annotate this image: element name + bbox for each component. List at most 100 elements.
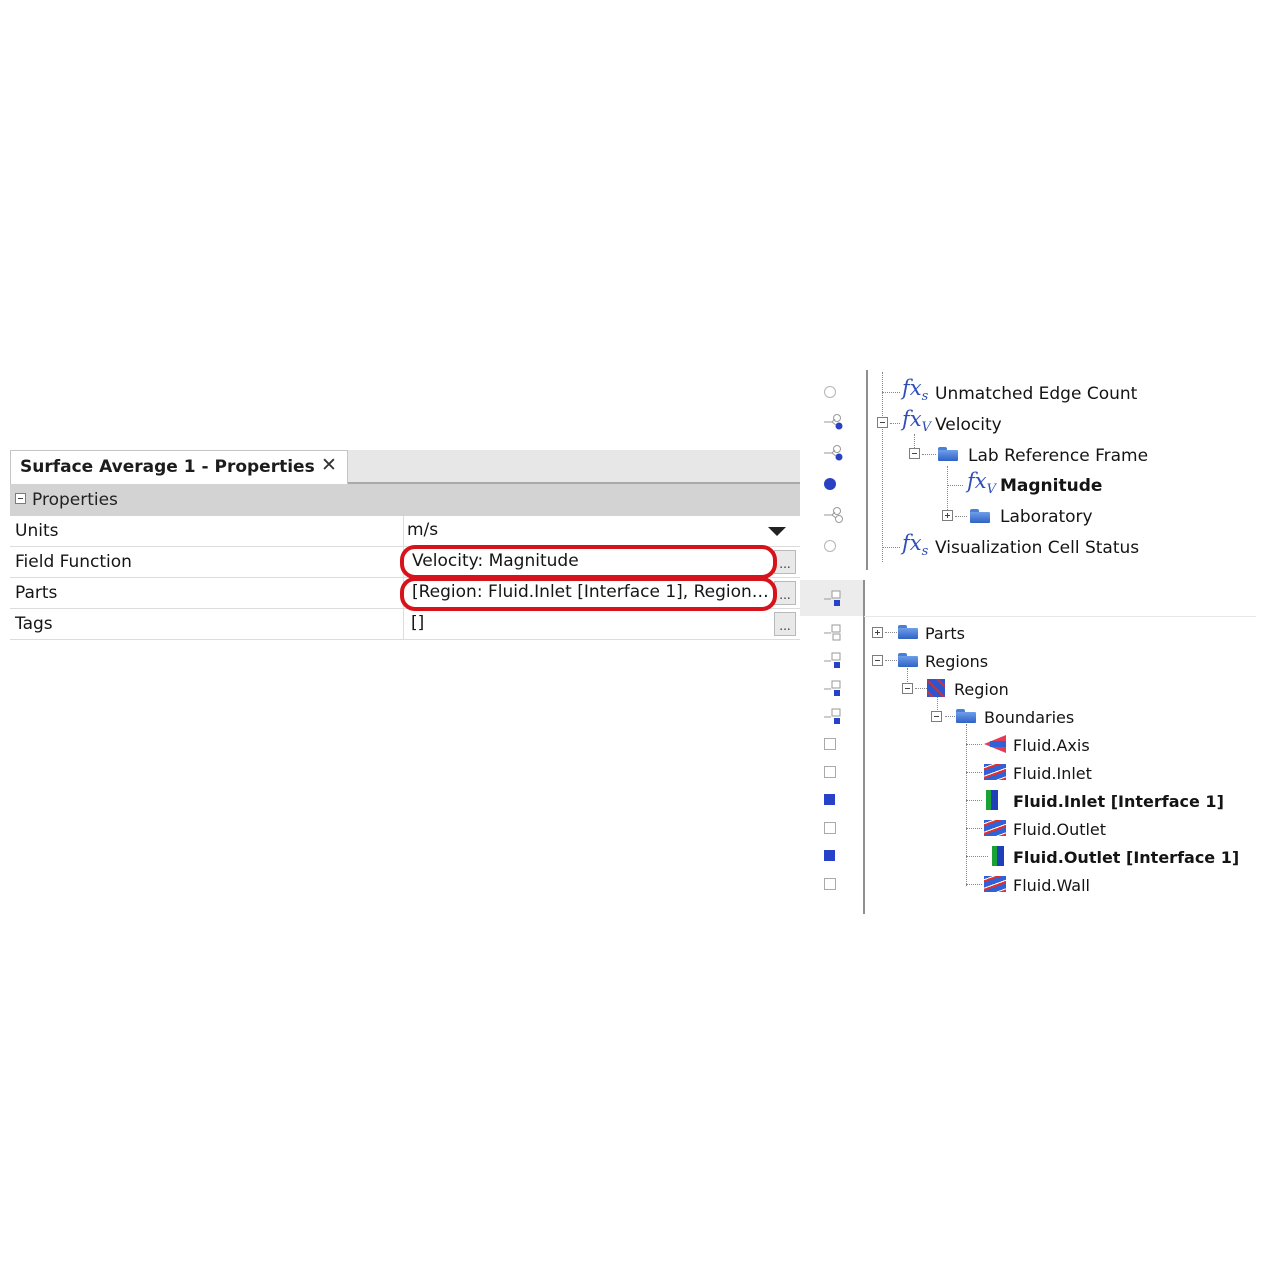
checkbox-checked-icon[interactable] (824, 794, 835, 805)
checkbox-icon[interactable] (824, 738, 836, 750)
property-key: Parts (15, 583, 58, 603)
parts-browse-button[interactable]: ... (774, 581, 796, 605)
column-separator (403, 609, 404, 640)
tree-item-fluid-inlet[interactable]: Fluid.Inlet (1013, 764, 1092, 783)
tree-item-lab-reference-frame[interactable]: Lab Reference Frame (968, 446, 1148, 466)
fx-glyph: fx (902, 407, 922, 431)
field-function-tree: fxs Unmatched Edge Count fxV Velocity La… (810, 370, 1280, 570)
collapse-icon[interactable] (931, 711, 942, 722)
tree-connector (947, 466, 948, 516)
tree-item-region[interactable]: Region (954, 680, 1009, 699)
tree-connector (966, 884, 982, 885)
tree-item-fluid-wall[interactable]: Fluid.Wall (1013, 876, 1090, 895)
interface-boundary-icon (986, 790, 998, 810)
tree-item-unmatched-edge-count[interactable]: Unmatched Edge Count (935, 384, 1137, 404)
tree-item-laboratory[interactable]: Laboratory (1000, 507, 1093, 527)
properties-panel: Surface Average 1 - Properties ✕ Propert… (10, 450, 800, 640)
tree-item-fluid-inlet-interface-1[interactable]: Fluid.Inlet [Interface 1] (1013, 792, 1224, 811)
share-node-icon[interactable] (824, 445, 846, 461)
fx-subscript: V (986, 482, 997, 498)
highlight-field-function (400, 545, 777, 579)
node-status-icon[interactable] (824, 680, 846, 698)
tree-item-fluid-axis[interactable]: Fluid.Axis (1013, 736, 1090, 755)
tree-item-fluid-outlet-interface-1[interactable]: Fluid.Outlet [Interface 1] (1013, 848, 1239, 867)
property-key: Field Function (15, 552, 132, 572)
tree-item-parts[interactable]: Parts (925, 624, 965, 643)
folder-icon (898, 653, 918, 667)
column-separator (403, 516, 404, 547)
checkbox-icon[interactable] (824, 822, 836, 834)
tree-item-fluid-outlet[interactable]: Fluid.Outlet (1013, 820, 1106, 839)
folder-icon (956, 709, 976, 723)
property-key: Tags (15, 614, 53, 634)
fx-glyph: fx (967, 469, 987, 493)
share-node-icon[interactable] (824, 414, 846, 430)
tab-surface-average-properties[interactable]: Surface Average 1 - Properties ✕ (10, 450, 348, 484)
fx-subscript: s (921, 389, 929, 405)
tree-connector (885, 632, 897, 633)
fx-glyph: fx (902, 376, 922, 400)
tree-item-magnitude[interactable]: Magnitude (1000, 476, 1102, 496)
column-divider (863, 580, 865, 914)
tree-connector (966, 856, 988, 857)
collapse-icon[interactable] (877, 417, 888, 428)
tags-browse-button[interactable]: ... (774, 612, 796, 636)
region-icon (927, 679, 945, 697)
tree-item-velocity[interactable]: Velocity (935, 415, 1002, 435)
collapse-icon[interactable] (872, 655, 883, 666)
checkbox-icon[interactable] (824, 878, 836, 890)
properties-group-label: Properties (32, 490, 118, 510)
close-icon[interactable]: ✕ (321, 454, 337, 476)
interface-boundary-icon (992, 846, 1004, 866)
node-status-icon[interactable] (824, 590, 846, 608)
property-key: Units (15, 521, 59, 541)
tree-connector (966, 828, 982, 829)
checkbox-checked-icon[interactable] (824, 850, 835, 861)
fx-subscript: s (921, 544, 929, 560)
expand-icon[interactable] (872, 627, 883, 638)
tree-connector (882, 392, 900, 393)
tree-connector (922, 454, 936, 455)
collapse-icon[interactable] (909, 448, 920, 459)
node-status-icon[interactable] (824, 624, 846, 642)
tree-connector (966, 724, 967, 886)
node-status-icon[interactable] (824, 708, 846, 726)
tree-connector (882, 372, 883, 562)
collapse-icon[interactable] (15, 493, 26, 504)
tree-connector (947, 485, 963, 486)
expand-icon[interactable] (942, 510, 953, 521)
collapse-icon[interactable] (902, 683, 913, 694)
fx-scalar-icon: fxs (902, 531, 928, 559)
tree-connector (882, 547, 900, 548)
parts-tree: Parts Regions Region Boundaries Fluid.Ax… (800, 580, 1270, 920)
checkbox-icon[interactable] (824, 766, 836, 778)
tags-value[interactable]: [] (411, 613, 771, 633)
share-node-icon[interactable] (824, 507, 846, 523)
properties-group-header[interactable]: Properties (10, 484, 800, 516)
column-divider (866, 370, 868, 570)
tree-connector (890, 423, 900, 424)
tree-connector (966, 800, 982, 801)
status-circle-icon[interactable] (824, 386, 836, 398)
tree-connector (955, 516, 967, 517)
field-function-browse-button[interactable]: ... (774, 550, 796, 574)
header-divider (864, 616, 1256, 617)
fx-scalar-icon: fxs (902, 376, 928, 404)
folder-icon (898, 625, 918, 639)
mesh-boundary-icon (984, 820, 1006, 836)
tree-item-regions[interactable]: Regions (925, 652, 988, 671)
tree-item-boundaries[interactable]: Boundaries (984, 708, 1074, 727)
fx-glyph: fx (902, 531, 922, 555)
folder-icon (970, 509, 990, 523)
tree-connector (966, 744, 982, 745)
status-filled-circle-icon[interactable] (824, 478, 836, 490)
node-status-icon[interactable] (824, 652, 846, 670)
chevron-down-icon[interactable] (768, 527, 786, 536)
status-circle-icon[interactable] (824, 540, 836, 552)
mesh-boundary-icon (984, 876, 1006, 892)
axis-boundary-icon (984, 735, 1006, 753)
tab-bar: Surface Average 1 - Properties ✕ (10, 450, 800, 484)
tree-connector (966, 772, 982, 773)
tree-item-visualization-cell-status[interactable]: Visualization Cell Status (935, 538, 1139, 558)
units-select[interactable]: m/s (407, 520, 767, 540)
